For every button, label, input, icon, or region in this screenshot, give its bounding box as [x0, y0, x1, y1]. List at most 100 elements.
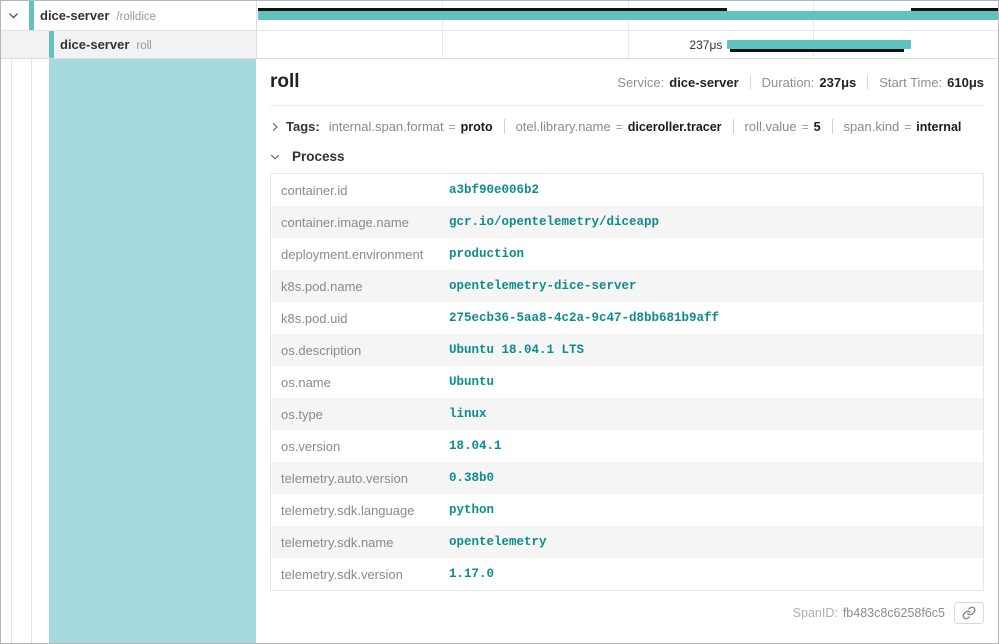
tag-value: 5	[814, 120, 821, 134]
span-bar-roll[interactable]	[727, 40, 912, 49]
span-labels: dice-server roll	[60, 36, 152, 54]
service-name: dice-server	[40, 8, 109, 23]
span-detail-area: roll Service: dice-server Duration: 237μ…	[1, 59, 998, 643]
tag-equals: =	[449, 120, 456, 134]
selected-span-color-fill[interactable]	[49, 59, 256, 643]
process-accordion-header[interactable]: Process	[270, 149, 984, 164]
divider	[504, 119, 505, 134]
span-color-strip	[29, 1, 34, 30]
table-row: deployment.environmentproduction	[271, 238, 983, 270]
indent-guide	[11, 59, 12, 643]
duration-label: Duration:	[762, 75, 815, 90]
span-detail-footer: SpanID: fb483c8c6258f6c5	[270, 602, 984, 624]
span-detail-panel: roll Service: dice-server Duration: 237μ…	[256, 59, 998, 643]
chevron-down-icon	[270, 152, 280, 162]
trace-view-window: dice-server/rolldice dice-server roll	[0, 0, 999, 644]
trace-span-rows: dice-server/rolldice dice-server roll	[1, 1, 998, 59]
critical-path-segment	[911, 8, 998, 11]
kv-value: 275ecb36-5aa8-4c2a-9c47-d8bb681b9aff	[449, 311, 719, 325]
span-name-cell-roll[interactable]: dice-server roll	[1, 31, 256, 58]
tags-label: Tags:	[286, 119, 320, 134]
kv-key: telemetry.sdk.language	[271, 503, 449, 518]
span-name-cell-rolldice[interactable]: dice-server/rolldice	[1, 1, 256, 30]
critical-path-segment	[258, 8, 726, 11]
span-detail-header: roll Service: dice-server Duration: 237μ…	[270, 71, 984, 106]
table-row: os.descriptionUbuntu 18.04.1 LTS	[271, 334, 983, 366]
tag-key: otel.library.name	[516, 119, 611, 134]
divider	[750, 75, 751, 90]
kv-key: telemetry.sdk.version	[271, 567, 449, 582]
start-time-value: 610μs	[947, 75, 984, 90]
kv-key: container.id	[271, 183, 449, 198]
table-row: k8s.pod.uid275ecb36-5aa8-4c2a-9c47-d8bb6…	[271, 302, 983, 334]
table-row: container.image.namegcr.io/opentelemetry…	[271, 206, 983, 238]
link-icon	[962, 606, 976, 620]
table-row: telemetry.sdk.nameopentelemetry	[271, 526, 983, 558]
kv-key: os.description	[271, 343, 449, 358]
span-color-strip	[49, 31, 54, 58]
span-name-column-extension	[1, 59, 256, 643]
tag-key: roll.value	[745, 119, 797, 134]
table-row: telemetry.auto.version0.38b0	[271, 462, 983, 494]
table-row: telemetry.sdk.languagepython	[271, 494, 983, 526]
divider	[867, 75, 868, 90]
span-title: roll	[270, 71, 300, 93]
deep-link-button[interactable]	[954, 602, 984, 624]
kv-value: 1.17.0	[449, 567, 494, 581]
span-row-roll-selected: dice-server roll 237μs	[1, 31, 998, 59]
operation-name: /rolldice	[116, 11, 156, 23]
table-row: k8s.pod.nameopentelemetry-dice-server	[271, 270, 983, 302]
span-labels: dice-server/rolldice	[40, 7, 156, 25]
kv-value: opentelemetry	[449, 535, 547, 549]
collapse-children-button[interactable]	[6, 9, 20, 23]
indent-guide	[31, 59, 32, 643]
span-bar-rolldice[interactable]	[258, 11, 998, 20]
tags-accordion-header[interactable]: Tags: internal.span.format = proto otel.…	[270, 119, 984, 134]
timeline-gridline	[442, 31, 443, 58]
spanid-label: SpanID:	[793, 606, 838, 620]
divider	[733, 119, 734, 134]
kv-key: deployment.environment	[271, 247, 449, 262]
timeline-gridline	[628, 31, 629, 58]
kv-key: container.image.name	[271, 215, 449, 230]
kv-value: production	[449, 247, 524, 261]
timeline-cell-roll: 237μs	[256, 31, 998, 58]
kv-value: 18.04.1	[449, 439, 502, 453]
tag-equals: =	[802, 120, 809, 134]
service-label: Service:	[617, 75, 664, 90]
tag-key: internal.span.format	[329, 119, 444, 134]
kv-key: k8s.pod.name	[271, 279, 449, 294]
kv-value: opentelemetry-dice-server	[449, 279, 637, 293]
span-row-rolldice: dice-server/rolldice	[1, 1, 998, 31]
service-name: dice-server	[60, 37, 129, 52]
tag-item: internal.span.format = proto	[329, 119, 493, 134]
tag-equals: =	[904, 120, 911, 134]
tag-item: span.kind = internal	[844, 119, 962, 134]
kv-value: gcr.io/opentelemetry/diceapp	[449, 215, 659, 229]
tag-item: otel.library.name = diceroller.tracer	[516, 119, 722, 134]
kv-value: a3bf90e006b2	[449, 183, 539, 197]
duration-value: 237μs	[819, 75, 856, 90]
tag-value: internal	[916, 120, 961, 134]
kv-key: k8s.pod.uid	[271, 311, 449, 326]
span-duration-label: 237μs	[689, 38, 722, 52]
divider	[832, 119, 833, 134]
operation-name: roll	[136, 40, 151, 52]
start-time-label: Start Time:	[879, 75, 942, 90]
kv-key: os.name	[271, 375, 449, 390]
process-label: Process	[292, 149, 345, 164]
kv-value: 0.38b0	[449, 471, 494, 485]
critical-path-segment	[730, 49, 904, 52]
tag-equals: =	[616, 120, 623, 134]
process-kv-table: container.ida3bf90e006b2 container.image…	[270, 173, 984, 591]
spanid-value: fb483c8c6258f6c5	[843, 606, 945, 620]
tag-key: span.kind	[844, 119, 900, 134]
table-row: os.nameUbuntu	[271, 366, 983, 398]
chevron-down-icon	[8, 10, 19, 21]
chevron-right-icon	[270, 122, 280, 132]
kv-value: Ubuntu 18.04.1 LTS	[449, 343, 584, 357]
tag-value: proto	[461, 120, 493, 134]
table-row: telemetry.sdk.version1.17.0	[271, 558, 983, 590]
table-row: os.version18.04.1	[271, 430, 983, 462]
table-row: container.ida3bf90e006b2	[271, 174, 983, 206]
